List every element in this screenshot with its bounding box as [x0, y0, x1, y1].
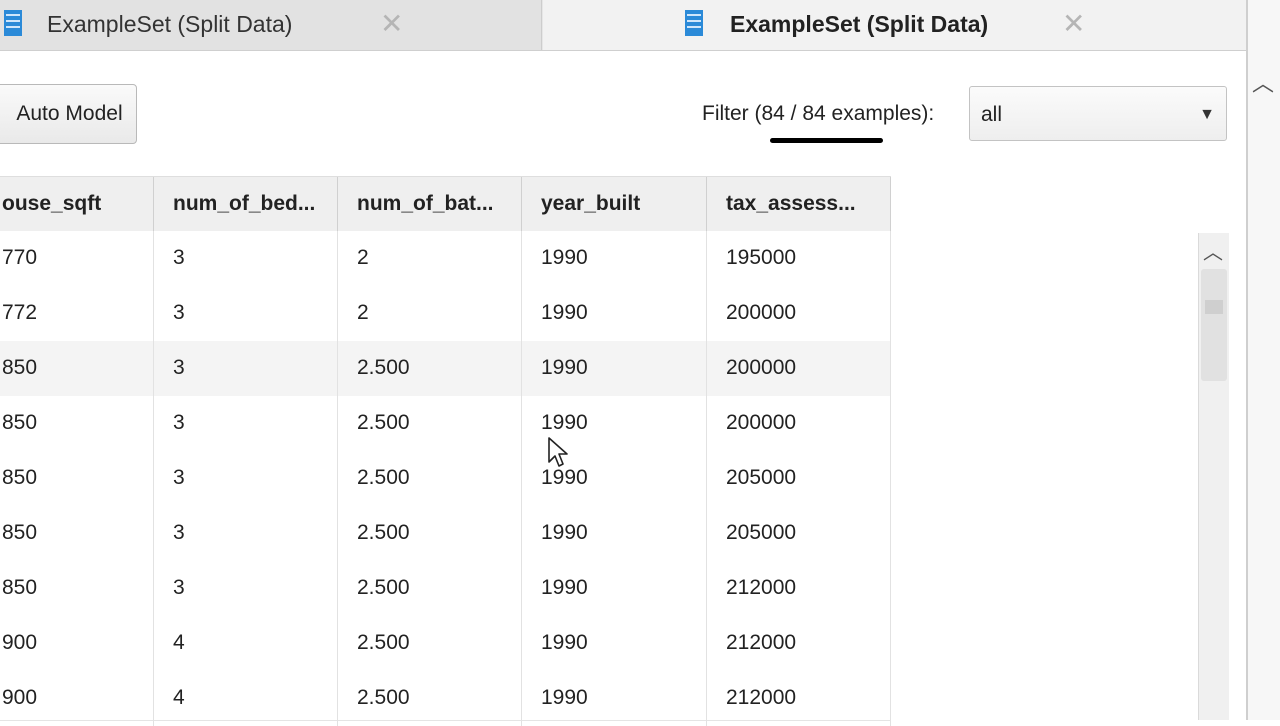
table-cell: 3: [154, 561, 338, 616]
table-cell: 850: [0, 561, 154, 616]
table-cell: 772: [0, 286, 154, 341]
table-cell: 770: [0, 231, 154, 286]
table-cell: 2.500: [338, 341, 522, 396]
tab-title: ExampleSet (Split Data): [730, 11, 989, 37]
table-cell: 1990: [522, 506, 707, 561]
table-cell: 2.500: [338, 561, 522, 616]
column-header[interactable]: num_of_bat...: [338, 177, 522, 232]
table-cell: 900: [0, 616, 154, 671]
tab-exampleset-split-data-2[interactable]: ExampleSet (Split Data) ✕: [543, 0, 1246, 50]
table-row[interactable]: 850 3 2.500 1990 200000: [0, 396, 891, 452]
scrollbar-thumb[interactable]: [1201, 269, 1227, 381]
table-cell: 4: [154, 616, 338, 671]
mouse-pointer-icon: [548, 437, 568, 467]
close-icon[interactable]: ✕: [380, 7, 403, 40]
table-cell: 3: [154, 286, 338, 341]
annotation-underline: [770, 138, 883, 143]
table-row[interactable]: 900 4 2.500 1990 212000: [0, 616, 891, 672]
table-cell: 2: [338, 231, 522, 286]
table-cell: 4: [154, 671, 338, 726]
table-row[interactable]: 850 3 2.500 1990 205000: [0, 451, 891, 507]
table-cell: 900: [0, 671, 154, 726]
table-cell: 3: [154, 451, 338, 506]
data-table-icon: [685, 10, 703, 36]
outer-panel-strip: [1248, 0, 1280, 720]
table-cell: 2.500: [338, 396, 522, 451]
filter-select[interactable]: all ▼: [969, 86, 1227, 141]
table-cell: 2.500: [338, 451, 522, 506]
table-cell: 212000: [707, 671, 891, 726]
table-cell: 2: [338, 286, 522, 341]
table-header: ouse_sqft num_of_bed... num_of_bat... ye…: [0, 176, 891, 233]
table-cell: 3: [154, 341, 338, 396]
table-cell: 200000: [707, 396, 891, 451]
table-row[interactable]: 900 4 2.500 1990 212000: [0, 671, 891, 726]
table-cell: 200000: [707, 341, 891, 396]
filter-selected-value: all: [981, 103, 1003, 126]
table-cell: 1990: [522, 341, 707, 396]
table-cell: 850: [0, 451, 154, 506]
table-cell: 850: [0, 396, 154, 451]
table-row[interactable]: 850 3 2.500 1990 212000: [0, 561, 891, 617]
table-row[interactable]: 850 3 2.500 1990 205000: [0, 506, 891, 562]
table-cell: 212000: [707, 616, 891, 671]
table-cell: 850: [0, 506, 154, 561]
column-header[interactable]: year_built: [522, 177, 707, 232]
table-cell: 2.500: [338, 616, 522, 671]
table-cell: 205000: [707, 451, 891, 506]
table-row[interactable]: 770 3 2 1990 195000: [0, 231, 891, 287]
auto-model-button[interactable]: Auto Model: [0, 84, 137, 144]
table-row[interactable]: 772 3 2 1990 200000: [0, 286, 891, 342]
table-cell: 205000: [707, 506, 891, 561]
table-cell: 3: [154, 506, 338, 561]
chevron-up-icon[interactable]: ︿: [1203, 236, 1223, 265]
table-row[interactable]: 850 3 2.500 1990 200000: [0, 341, 891, 397]
table-cell: 2.500: [338, 671, 522, 726]
close-icon[interactable]: ✕: [1062, 7, 1085, 40]
table-cell: 3: [154, 396, 338, 451]
scrollbar-grip: [1205, 300, 1223, 314]
chevron-down-icon: ▼: [1199, 106, 1215, 123]
table-cell: 212000: [707, 561, 891, 616]
table-cell: 1990: [522, 616, 707, 671]
table-cell: 1990: [522, 286, 707, 341]
chevron-up-icon[interactable]: ︿: [1252, 66, 1274, 98]
column-header[interactable]: tax_assess...: [707, 177, 891, 232]
column-header[interactable]: ouse_sqft: [0, 177, 154, 232]
tab-title: ExampleSet (Split Data): [47, 11, 293, 37]
tab-bar: ExampleSet (Split Data) ✕ ExampleSet (Sp…: [0, 0, 1246, 51]
tab-exampleset-split-data-1[interactable]: ExampleSet (Split Data) ✕: [0, 0, 542, 50]
table-cell: 1990: [522, 231, 707, 286]
table-scrollbar[interactable]: ︿: [1198, 233, 1229, 720]
table-cell: 195000: [707, 231, 891, 286]
table-cell: 850: [0, 341, 154, 396]
table-cell: 1990: [522, 671, 707, 726]
table-cell: 3: [154, 231, 338, 286]
data-table-icon: [4, 10, 22, 36]
table-cell: 2.500: [338, 506, 522, 561]
column-header[interactable]: num_of_bed...: [154, 177, 338, 232]
table-cell: 200000: [707, 286, 891, 341]
table-cell: 1990: [522, 561, 707, 616]
filter-label: Filter (84 / 84 examples):: [702, 102, 935, 125]
